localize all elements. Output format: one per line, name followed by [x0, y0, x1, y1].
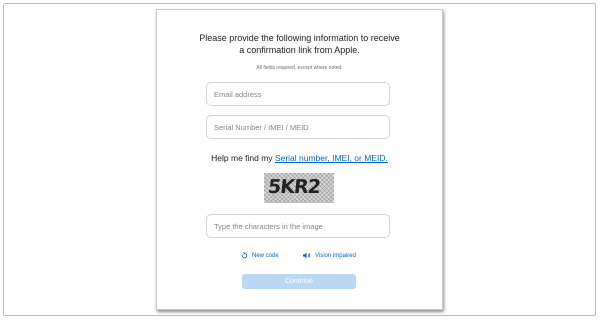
- new-code-label: New code: [252, 252, 279, 259]
- confirmation-dialog: Please provide the following information…: [156, 9, 443, 310]
- speaker-icon: [302, 252, 311, 259]
- dialog-title-line1: Please provide the following information…: [199, 33, 400, 43]
- vision-impaired-button[interactable]: Vision impaired: [302, 252, 356, 259]
- captcha-input[interactable]: [206, 214, 390, 238]
- serial-number-field[interactable]: [206, 115, 390, 139]
- email-field[interactable]: [206, 82, 390, 106]
- refresh-icon: [241, 252, 248, 259]
- continue-button[interactable]: Continue: [242, 274, 356, 289]
- new-code-button[interactable]: New code: [241, 252, 279, 259]
- dialog-title: Please provide the following information…: [157, 32, 442, 56]
- serial-help-link[interactable]: Serial number, IMEI, or MEID.: [275, 153, 388, 163]
- help-text: Help me find my Serial number, IMEI, or …: [157, 153, 442, 163]
- help-prefix: Help me find my: [211, 153, 273, 163]
- captcha-characters: 5KR2: [266, 176, 321, 198]
- required-note: All fields required, except where noted.: [256, 65, 343, 71]
- dialog-title-line2: a confirmation link from Apple.: [239, 45, 360, 55]
- vision-impaired-label: Vision impaired: [315, 252, 356, 259]
- captcha-image: 5KR2: [264, 173, 334, 203]
